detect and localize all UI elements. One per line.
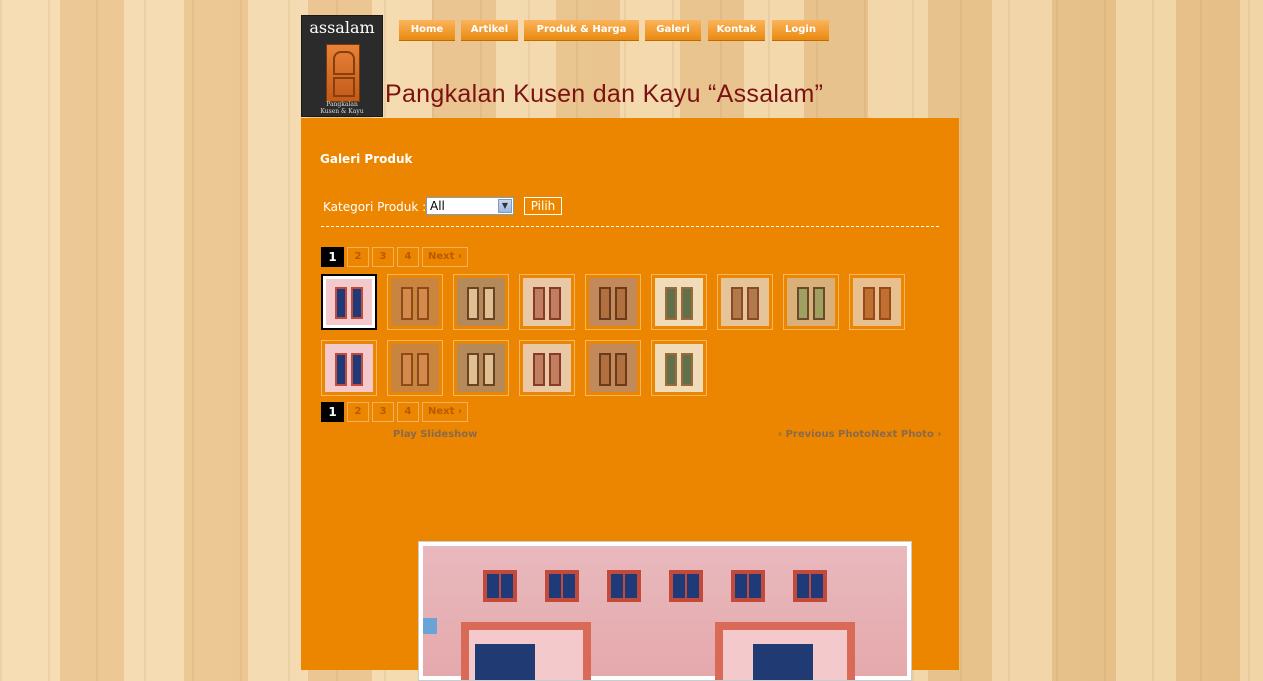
divider	[321, 226, 939, 227]
gallery-thumbnail[interactable]	[849, 274, 905, 330]
logo-subtitle-line2: Kusen & Kayu	[320, 108, 364, 115]
nav-produk-harga[interactable]: Produk & Harga	[524, 20, 639, 41]
nav-login[interactable]: Login	[772, 20, 829, 41]
logo-title: assalam	[309, 18, 375, 37]
next-photo-link[interactable]: Next Photo ›	[871, 429, 941, 440]
gallery-thumbnail[interactable]	[387, 340, 443, 396]
thumbnail-image	[787, 278, 835, 326]
thumbnail-image	[721, 278, 769, 326]
thumbnail-image	[523, 344, 571, 392]
logo-subtitle-line1: Pangkalan	[326, 101, 358, 108]
gallery-title: Galeri Produk	[320, 152, 413, 166]
previous-photo-link[interactable]: ‹ Previous Photo	[778, 429, 871, 440]
photo-window	[545, 570, 579, 602]
photo-door	[461, 622, 591, 680]
gallery-thumbnail[interactable]	[717, 274, 773, 330]
gallery-panel: Galeri Produk Kategori Produk : All ▼ Pi…	[301, 118, 959, 681]
thumbnail-image	[523, 278, 571, 326]
play-slideshow-link[interactable]: Play Slideshow	[393, 429, 477, 440]
photo-tag	[423, 618, 437, 634]
photo-window	[669, 570, 703, 602]
photo-window	[483, 570, 517, 602]
gallery-thumbnail[interactable]	[453, 340, 509, 396]
next-page-link[interactable]: Next ›	[422, 402, 468, 422]
chevron-down-icon[interactable]: ▼	[498, 199, 512, 213]
page-link-1[interactable]: 1	[321, 402, 344, 422]
gallery-thumbnail[interactable]	[519, 340, 575, 396]
house-photo-image	[423, 546, 907, 680]
door-icon	[326, 44, 360, 102]
photo-window	[731, 570, 765, 602]
page-link-4[interactable]: 4	[397, 247, 419, 267]
thumbnail-image	[325, 344, 373, 392]
page-link-4[interactable]: 4	[397, 402, 419, 422]
thumbnail-image	[457, 344, 505, 392]
category-select[interactable]: All ▼	[426, 197, 514, 215]
gallery-thumbnail[interactable]	[783, 274, 839, 330]
nav-artikel[interactable]: Artikel	[461, 20, 518, 41]
thumbnail-image	[391, 344, 439, 392]
thumbnail-image	[589, 344, 637, 392]
filter-submit-button[interactable]: Pilih	[524, 197, 562, 215]
thumbnail-image	[457, 278, 505, 326]
site-logo[interactable]: assalam Pangkalan Kusen & Kayu	[301, 15, 383, 117]
nav-kontak[interactable]: Kontak	[708, 20, 765, 41]
gallery-thumbnail[interactable]	[651, 340, 707, 396]
category-selected-value: All	[430, 199, 445, 213]
gallery-thumbnail[interactable]	[387, 274, 443, 330]
logo-subtitle: Pangkalan Kusen & Kayu	[302, 101, 382, 115]
gallery-thumbnail[interactable]	[585, 274, 641, 330]
thumbnail-image	[655, 344, 703, 392]
next-page-link[interactable]: Next ›	[422, 247, 468, 267]
thumbnail-image	[391, 278, 439, 326]
thumbnail-image	[589, 278, 637, 326]
gallery-thumbnail[interactable]	[453, 274, 509, 330]
page-link-3[interactable]: 3	[372, 402, 394, 422]
gallery-thumbnail[interactable]	[651, 274, 707, 330]
category-label: Kategori Produk :	[323, 200, 427, 214]
page-container: assalam Pangkalan Kusen & Kayu Home Arti…	[301, 0, 959, 681]
site-title: Pangkalan Kusen dan Kayu “Assalam”	[385, 80, 824, 108]
photo-window	[607, 570, 641, 602]
main-photo	[418, 541, 912, 681]
gallery-thumbnail[interactable]	[321, 274, 377, 330]
thumbnail-image	[853, 278, 901, 326]
nav-home[interactable]: Home	[399, 20, 455, 41]
gallery-thumbnail[interactable]	[519, 274, 575, 330]
photo-door	[715, 622, 855, 680]
page-link-1[interactable]: 1	[321, 247, 344, 267]
page-link-2[interactable]: 2	[347, 402, 369, 422]
gallery-thumbnail[interactable]	[585, 340, 641, 396]
thumbnail-image	[655, 278, 703, 326]
gallery-thumbnail[interactable]	[321, 340, 377, 396]
page-link-2[interactable]: 2	[347, 247, 369, 267]
photo-window	[793, 570, 827, 602]
thumbnail-image	[326, 279, 372, 325]
nav-galeri[interactable]: Galeri	[645, 20, 701, 41]
page-link-3[interactable]: 3	[372, 247, 394, 267]
